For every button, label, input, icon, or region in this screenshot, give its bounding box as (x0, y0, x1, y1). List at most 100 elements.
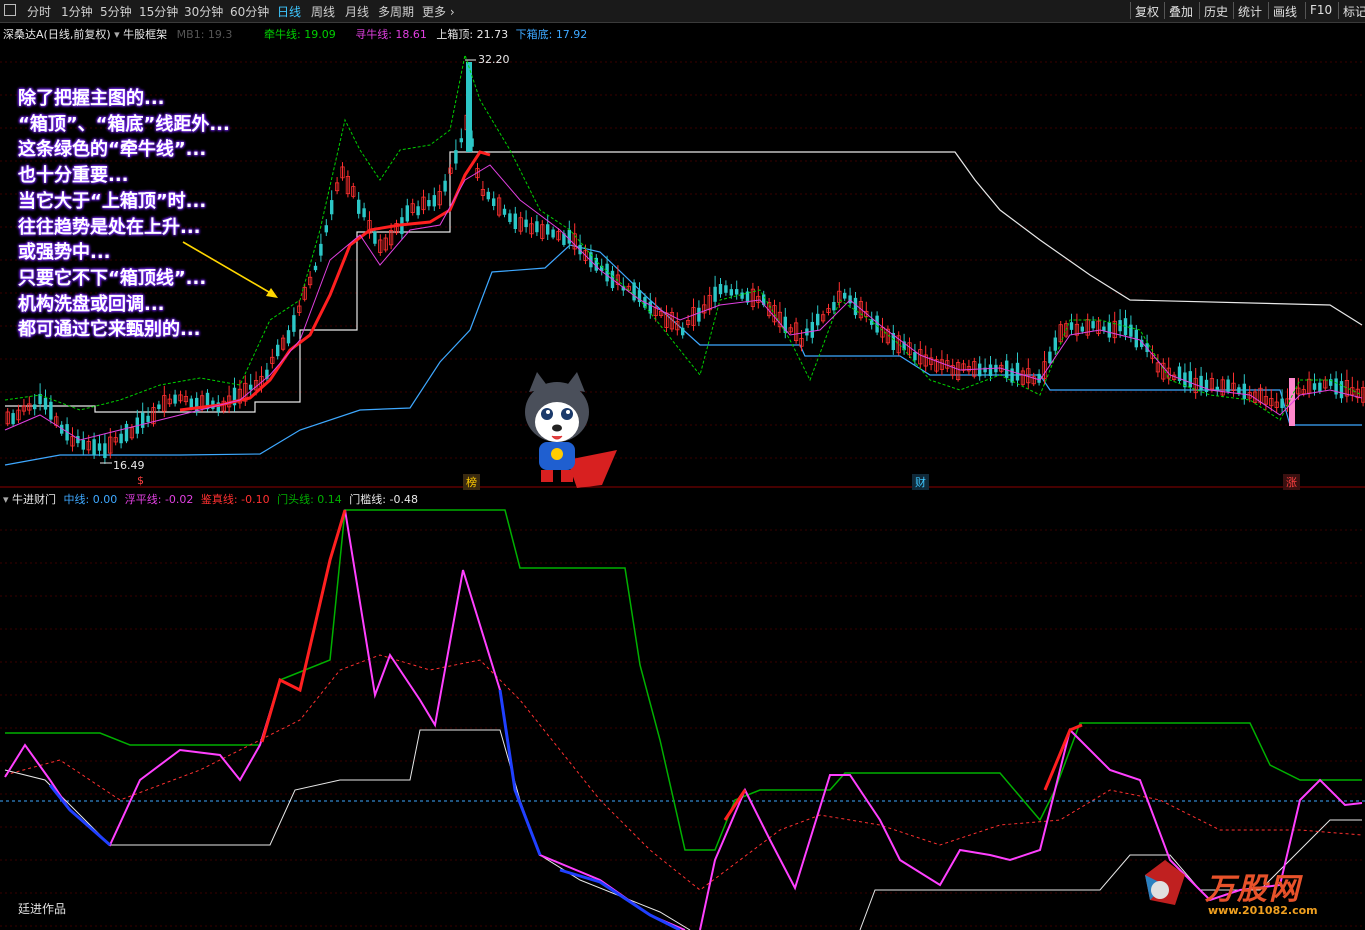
candle-body (119, 433, 123, 444)
candle-body (524, 219, 528, 228)
high-price-label: 32.20 (478, 53, 510, 66)
candle-body (466, 62, 472, 152)
candle-body (1118, 320, 1122, 332)
event-mark-dollar[interactable]: $ (134, 474, 147, 487)
candle-body (713, 286, 717, 302)
candle-body (459, 138, 463, 143)
candle-body (292, 315, 296, 332)
annotation-line: 这条绿色的“牵牛线”... (18, 139, 207, 161)
candle-body (276, 344, 280, 357)
legend-qianniu: 牵牛线: 19.09 (264, 28, 336, 41)
candle-body (913, 352, 917, 361)
watermark-emblem-icon (1145, 860, 1185, 905)
candle-body (249, 384, 253, 390)
annotation-line: “箱顶”、“箱底”线距外... (18, 113, 230, 135)
annotation-line: 往往趋势是处在上升... (18, 216, 201, 238)
annotation-text: 除了把握主图的... “箱顶”、“箱底”线距外... 这条绿色的“牵牛线”...… (18, 86, 230, 343)
annotation-line: 机构洗盘或回调... (18, 293, 165, 315)
legend-fuping: 浮平线: -0.02 (124, 493, 194, 506)
emblem-shape (1151, 881, 1169, 899)
watermark-url: www.201082.com (1208, 904, 1318, 917)
main-line-values: 牵牛线: 19.09 寻牛线: 18.61 上箱顶: 21.73 下箱底: 17… (264, 26, 587, 42)
legend-mentou: 门头线: 0.14 (277, 493, 342, 506)
chevron-down-icon[interactable]: ▾ (114, 28, 120, 41)
candle-body (1091, 321, 1095, 329)
candle-body (1280, 398, 1284, 409)
candle-body (551, 229, 555, 238)
candle-body (697, 307, 701, 322)
watermark-logo: 万股网 (1205, 872, 1301, 907)
candle-body (319, 243, 323, 256)
candle-body (330, 200, 334, 215)
candle-body (810, 321, 814, 338)
sub-indicator-name[interactable]: 牛进财门 (12, 493, 56, 506)
candle-body (1242, 383, 1246, 399)
indicator-name[interactable]: 牛股框架 (123, 28, 167, 41)
candle-body (443, 180, 447, 192)
candle-body (1312, 383, 1317, 390)
husky-mascot-icon (525, 372, 617, 488)
legend-jianzhen: 鉴真线: -0.10 (200, 493, 270, 506)
candle-body (735, 289, 739, 295)
candle-body (92, 439, 96, 455)
candle-body (1053, 337, 1057, 351)
sub-info-bar: ▾ 牛进财门 中线: 0.00 浮平线: -0.02 鉴真线: -0.10 门头… (3, 491, 418, 507)
candle-body (373, 231, 377, 244)
candle-body (427, 200, 431, 207)
legend-box-bottom: 下箱底: 17.92 (515, 28, 588, 41)
candle-body (632, 282, 636, 301)
candle-body (432, 195, 436, 207)
candle-body (718, 284, 723, 295)
candle-body (313, 265, 318, 271)
candle-body (978, 363, 982, 377)
candle-body (1289, 378, 1295, 426)
candle-body (492, 198, 496, 206)
candle-body (1188, 371, 1192, 388)
candle-body (724, 285, 728, 293)
candle-body (141, 412, 145, 428)
annotation-line: 除了把握主图的... (18, 88, 165, 109)
candle-body (103, 443, 107, 459)
candle-body (546, 224, 550, 235)
fuping-bear-segment (498, 689, 542, 856)
period-label: (日线,前复权) (43, 28, 111, 41)
annotation-line: 只要它不下“箱顶线”... (18, 267, 207, 289)
candle-body (832, 302, 836, 311)
candle-body (1318, 382, 1322, 392)
boot-shape (561, 470, 573, 482)
eye-shape (561, 408, 573, 420)
boot-shape (541, 470, 553, 482)
candle-body (853, 297, 858, 316)
main-info-bar: 深桑达A(日线,前复权) ▾ 牛股框架 MB1: 19.3 (3, 26, 232, 42)
event-mark-zhang[interactable]: 涨 (1283, 474, 1300, 490)
candle-body (405, 205, 409, 222)
menkan-line (4, 729, 691, 930)
event-mark-bang[interactable]: 榜 (463, 474, 480, 490)
candle-body (43, 397, 48, 410)
eye-shine (566, 410, 570, 414)
candle-body (416, 206, 420, 216)
emblem-shape (551, 448, 563, 460)
legend-menkan: 门槛线: -0.48 (349, 493, 418, 506)
event-mark-cai[interactable]: 财 (912, 474, 929, 490)
mentou-line (5, 509, 1362, 851)
candle-body (11, 413, 15, 425)
candle-body (1015, 362, 1020, 381)
annotation-line: 或强势中... (18, 242, 111, 264)
eye-shape (541, 408, 553, 420)
candle-body (816, 313, 820, 326)
candle-body (1048, 351, 1052, 364)
candle-body (173, 394, 177, 404)
candle-body (843, 292, 847, 299)
legend-zhongxian: 中线: 0.00 (63, 493, 118, 506)
annotation-line: 也十分重要... (18, 165, 129, 187)
candle-body (1129, 324, 1133, 337)
candle-body (97, 443, 102, 451)
candle-body (1080, 326, 1084, 332)
candle-body (1107, 322, 1111, 338)
candle-body (1069, 322, 1074, 330)
candle-body (49, 401, 53, 420)
chevron-down-icon[interactable]: ▾ (3, 493, 9, 506)
candle-body (1037, 373, 1041, 383)
candle-body (454, 150, 458, 164)
